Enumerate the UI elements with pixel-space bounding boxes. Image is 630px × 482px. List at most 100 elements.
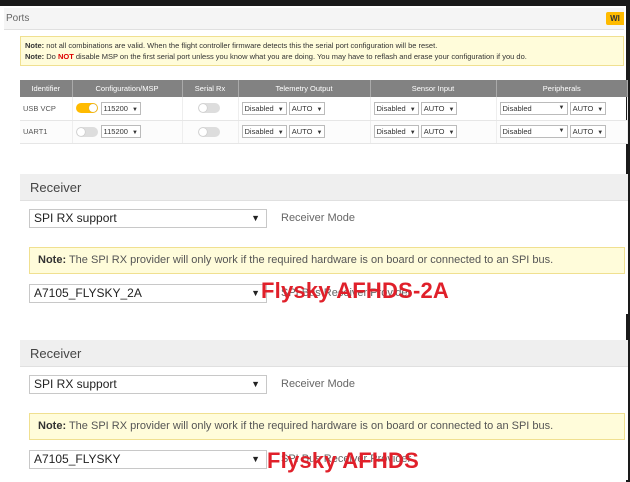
sensor-baud-value: AUTO (423, 103, 445, 113)
chevron-down-icon: ▼ (251, 213, 260, 223)
port-identifier: UART1 (20, 120, 73, 144)
sensor-select[interactable]: Disabled ▼ (373, 125, 419, 138)
receiver-mode-value: SPI RX support (34, 377, 117, 391)
receiver-panel-title: Receiver (20, 340, 628, 367)
sensor-value: Disabled (376, 127, 406, 136)
telemetry-value: Disabled (244, 127, 274, 136)
table-row: UART1 115200 ▼ Disabled ▼ AUTO ▼ Disabled ▼ … (20, 120, 628, 144)
telemetry-baud-value: AUTO (291, 127, 313, 136)
spi-provider-select[interactable]: A7105_FLYSKY ▼ (29, 450, 267, 469)
baud-value: 115200 (103, 103, 128, 113)
note-label: Note: (25, 41, 45, 50)
chevron-down-icon: ▼ (131, 106, 138, 113)
msp-cell: 115200 ▼ (72, 97, 183, 121)
receiver-panel-title: Receiver (20, 174, 628, 201)
sensor-select[interactable]: Disabled ▼ (373, 101, 419, 115)
col-configuration-msp: Configuration/MSP (72, 80, 183, 97)
sensor-cell: Disabled ▼ AUTO ▼ (370, 120, 497, 144)
note-warning: NOT (57, 52, 74, 61)
peripheral-select[interactable]: Disabled ▼ (499, 125, 568, 138)
peripheral-cell: Disabled ▼ AUTO ▼ (496, 120, 628, 144)
chevron-down-icon: ▼ (316, 106, 323, 113)
serial-rx-cell (182, 120, 239, 144)
telemetry-select[interactable]: Disabled ▼ (241, 125, 287, 138)
telemetry-baud-select[interactable]: AUTO ▼ (288, 125, 326, 138)
serial-rx-toggle[interactable] (197, 103, 220, 114)
chevron-down-icon: ▼ (558, 104, 565, 111)
chevron-down-icon: ▼ (448, 130, 455, 136)
telemetry-baud-select[interactable]: AUTO ▼ (288, 101, 326, 115)
spi-provider-value: A7105_FLYSKY (34, 452, 121, 466)
spi-rx-note: Note: The SPI RX provider will only work… (29, 413, 625, 440)
col-serial-rx: Serial Rx (182, 80, 239, 97)
receiver-mode-select[interactable]: SPI RX support ▼ (29, 209, 267, 228)
chevron-down-icon: ▼ (448, 106, 455, 113)
peripheral-baud-value: AUTO (572, 103, 594, 113)
col-peripherals: Peripherals (496, 80, 628, 97)
receiver-mode-value: SPI RX support (34, 211, 117, 225)
peripheral-value: Disabled (502, 103, 532, 113)
note-text: Do (44, 52, 58, 61)
note-text: not all combinations are valid. When the… (44, 41, 438, 50)
telemetry-cell: Disabled ▼ AUTO ▼ (238, 120, 371, 144)
peripheral-baud-select[interactable]: AUTO ▼ (569, 101, 607, 115)
msp-cell: 115200 ▼ (72, 120, 183, 144)
chevron-down-icon: ▼ (251, 454, 260, 464)
msp-toggle[interactable] (75, 126, 98, 137)
chevron-down-icon: ▼ (316, 130, 323, 136)
baud-value: 115200 (103, 127, 128, 136)
serial-rx-toggle[interactable] (197, 126, 220, 137)
note-text: The SPI RX provider will only work if th… (66, 254, 554, 266)
chevron-down-icon: ▼ (277, 106, 284, 113)
spi-provider-value: A7105_FLYSKY_2A (34, 286, 142, 300)
telemetry-select[interactable]: Disabled ▼ (241, 101, 287, 115)
col-telemetry-output: Telemetry Output (238, 80, 371, 97)
chevron-down-icon: ▼ (409, 130, 416, 136)
telemetry-value: Disabled (244, 103, 274, 113)
ports-panel-header: Ports WI (4, 8, 624, 30)
msp-baud-select[interactable]: 115200 ▼ (100, 101, 141, 115)
chevron-down-icon: ▼ (251, 288, 260, 298)
telemetry-cell: Disabled ▼ AUTO ▼ (238, 97, 371, 121)
spi-provider-select[interactable]: A7105_FLYSKY_2A ▼ (29, 284, 267, 303)
peripheral-value: Disabled (502, 127, 532, 136)
col-identifier: Identifier (20, 80, 73, 97)
ports-table-header: Identifier Configuration/MSP Serial Rx T… (20, 80, 628, 97)
sensor-baud-value: AUTO (423, 127, 445, 136)
serial-rx-cell (182, 97, 239, 121)
chevron-down-icon: ▼ (597, 106, 604, 113)
peripheral-baud-select[interactable]: AUTO ▼ (569, 125, 607, 138)
ports-table: Identifier Configuration/MSP Serial Rx T… (20, 80, 628, 144)
sensor-cell: Disabled ▼ AUTO ▼ (370, 97, 497, 121)
sensor-baud-select[interactable]: AUTO ▼ (420, 101, 458, 115)
peripheral-baud-value: AUTO (572, 127, 594, 136)
receiver-mode-select[interactable]: SPI RX support ▼ (29, 375, 267, 394)
annotation-label: Flysky AFHDS (267, 448, 419, 473)
msp-toggle[interactable] (75, 103, 98, 114)
sensor-baud-select[interactable]: AUTO ▼ (420, 125, 458, 138)
ports-note: Note: not all combinations are valid. Wh… (20, 36, 624, 66)
note-text: disable MSP on the first serial port unl… (73, 52, 527, 61)
chevron-down-icon: ▼ (409, 106, 416, 113)
annotation-label: Flysky AFHDS-2A (261, 278, 450, 303)
sensor-value: Disabled (376, 103, 406, 113)
table-row: USB VCP 115200 ▼ Disabled ▼ AUTO ▼ Disabled… (20, 97, 628, 121)
window-frame-top (0, 0, 630, 6)
note-label: Note: (25, 52, 45, 61)
peripheral-select[interactable]: Disabled ▼ (499, 101, 568, 115)
chevron-down-icon: ▼ (558, 128, 565, 134)
receiver-panel-afhds: Receiver SPI RX support ▼ Receiver Mode … (20, 340, 628, 480)
telemetry-baud-value: AUTO (291, 103, 313, 113)
wiki-button[interactable]: WI (606, 12, 624, 25)
spi-rx-note: Note: The SPI RX provider will only work… (29, 247, 625, 274)
receiver-mode-label: Receiver Mode (281, 212, 355, 224)
ports-title: Ports (6, 13, 30, 24)
msp-baud-select[interactable]: 115200 ▼ (100, 125, 141, 138)
receiver-mode-label: Receiver Mode (281, 378, 355, 390)
chevron-down-icon: ▼ (597, 130, 604, 136)
chevron-down-icon: ▼ (251, 379, 260, 389)
note-label: Note: (38, 254, 67, 266)
note-text: The SPI RX provider will only work if th… (66, 420, 554, 432)
note-label: Note: (38, 420, 67, 432)
chevron-down-icon: ▼ (131, 130, 138, 136)
